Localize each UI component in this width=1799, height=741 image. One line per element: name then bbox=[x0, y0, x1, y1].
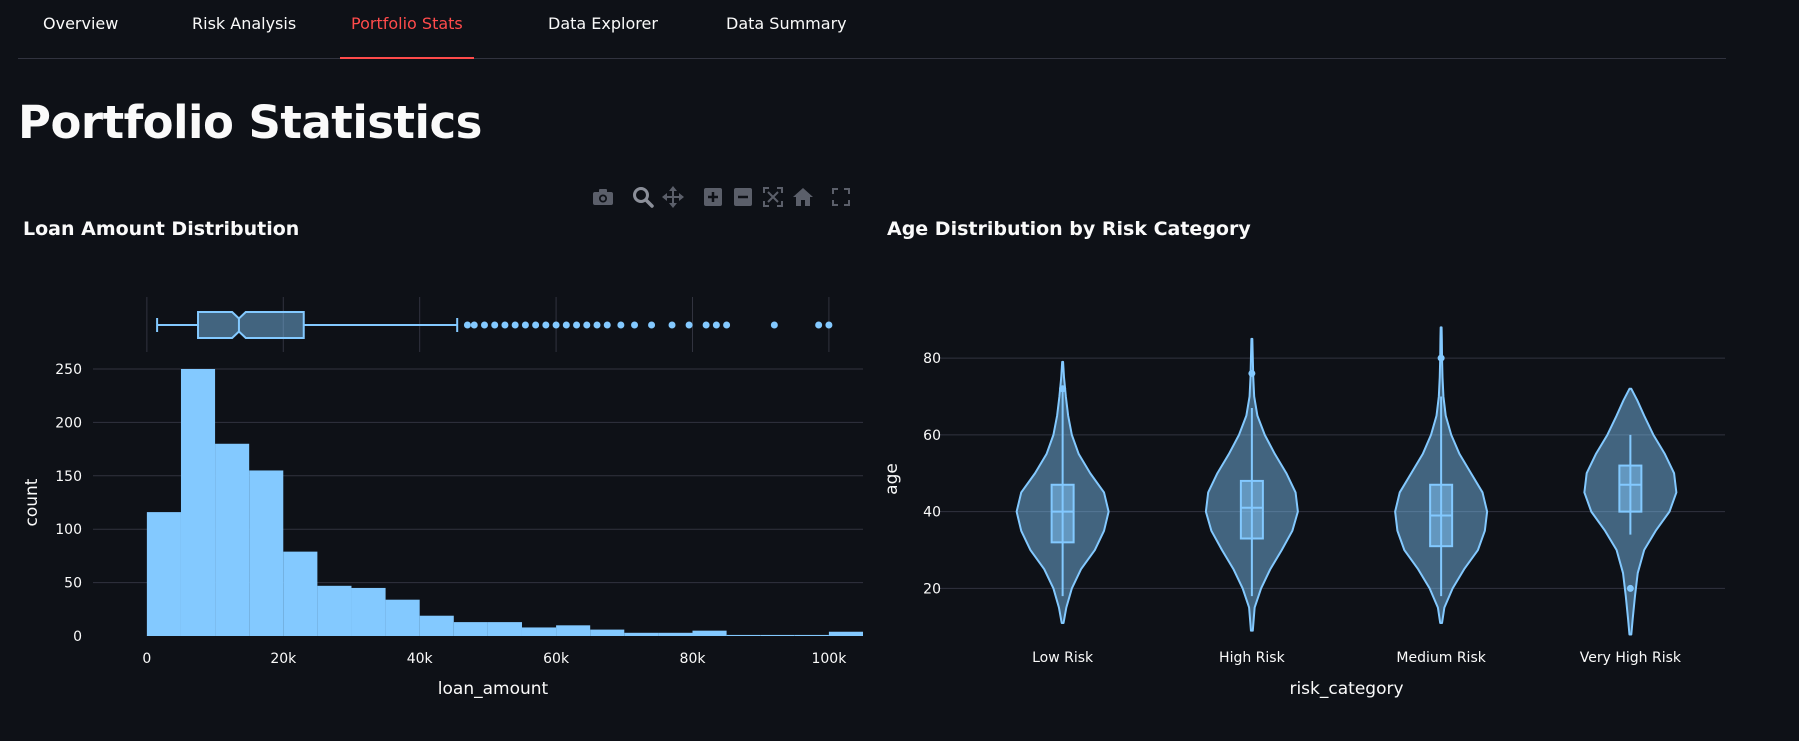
box-outlier-8 bbox=[542, 321, 550, 329]
violin-outlier-0-0 bbox=[1059, 385, 1067, 393]
box-outlier-11 bbox=[573, 321, 581, 329]
hist-bar-11 bbox=[521, 627, 557, 636]
box-outlier-25 bbox=[825, 321, 833, 329]
box-outlier-4 bbox=[501, 321, 509, 329]
hist-bar-4 bbox=[283, 551, 318, 636]
box-outlier-1 bbox=[470, 321, 478, 329]
hist-bar-15 bbox=[658, 632, 693, 636]
violin-y-axis-label: age bbox=[882, 463, 902, 495]
hist-y-tick-label-2: 100 bbox=[55, 522, 82, 538]
violin-y-tick-label-0: 20 bbox=[923, 581, 941, 597]
hist-bar-3 bbox=[249, 470, 284, 636]
hist-y-axis-label: count bbox=[22, 478, 42, 526]
box-outlier-2 bbox=[480, 321, 488, 329]
hist-y-tick-label-4: 200 bbox=[55, 415, 82, 431]
violin-x-tick-label-3: Very High Risk bbox=[1580, 650, 1682, 666]
box-outlier-14 bbox=[603, 321, 611, 329]
violin-x-tick-label-0: Low Risk bbox=[1032, 650, 1094, 666]
hist-bar-17 bbox=[726, 634, 761, 636]
box-outlier-16 bbox=[631, 321, 639, 329]
box-outlier-17 bbox=[648, 321, 656, 329]
hist-x-tick-label-0: 0 bbox=[142, 651, 151, 667]
hist-y-tick-label-5: 250 bbox=[55, 362, 82, 378]
box-outlier-12 bbox=[583, 321, 591, 329]
box-outlier-6 bbox=[521, 321, 529, 329]
violin-y-tick-label-1: 40 bbox=[923, 505, 941, 521]
hist-bar-1 bbox=[180, 369, 216, 636]
hist-bar-20 bbox=[828, 631, 863, 636]
violin-y-tick-label-2: 60 bbox=[923, 428, 941, 444]
violin-outlier-1-0 bbox=[1248, 369, 1256, 377]
violin-outlier-2-0 bbox=[1437, 354, 1445, 362]
violin-outlier-3-0 bbox=[1626, 584, 1634, 592]
hist-bar-14 bbox=[624, 632, 659, 636]
charts-canvas: 0 20k 40k 60k 80k 100k 0 50 100 150 200 250 loan_amo… bbox=[22, 297, 1725, 699]
box-outlier-0 bbox=[463, 321, 471, 329]
hist-y-tick-label-1: 50 bbox=[64, 576, 82, 592]
hist-bar-9 bbox=[453, 622, 488, 636]
hist-bar-2 bbox=[215, 443, 250, 636]
box-outlier-3 bbox=[491, 321, 499, 329]
box-outlier-18 bbox=[668, 321, 676, 329]
hist-bar-10 bbox=[487, 622, 522, 636]
hist-bar-12 bbox=[556, 625, 591, 636]
hist-x-axis-label: loan_amount bbox=[438, 679, 549, 699]
hist-x-tick-label-2: 40k bbox=[407, 651, 434, 667]
hist-x-tick-label-3: 60k bbox=[543, 651, 570, 667]
violin-y-tick-label-3: 80 bbox=[923, 351, 941, 367]
box-outlier-23 bbox=[770, 321, 778, 329]
violin-box-3 bbox=[1618, 464, 1643, 513]
box-outlier-22 bbox=[723, 321, 731, 329]
hist-y-tick-label-3: 150 bbox=[55, 469, 82, 485]
hist-bar-0 bbox=[146, 512, 181, 636]
box-outlier-19 bbox=[685, 321, 693, 329]
hist-bar-6 bbox=[351, 587, 386, 636]
box-outlier-24 bbox=[815, 321, 823, 329]
box-outlier-15 bbox=[617, 321, 625, 329]
violin-x-tick-label-2: Medium Risk bbox=[1396, 650, 1486, 666]
hist-bar-18 bbox=[760, 634, 795, 636]
violin-box-1 bbox=[1239, 479, 1264, 540]
box-notched-body bbox=[197, 311, 305, 339]
violin-x-axis-label: risk_category bbox=[1289, 679, 1403, 699]
box-outlier-13 bbox=[593, 321, 601, 329]
box-outlier-9 bbox=[552, 321, 560, 329]
box-outlier-21 bbox=[712, 321, 720, 329]
box-outlier-7 bbox=[532, 321, 540, 329]
violin-x-tick-label-1: High Risk bbox=[1219, 650, 1286, 666]
hist-bar-8 bbox=[419, 615, 454, 636]
box-outlier-5 bbox=[511, 321, 519, 329]
hist-y-tick-label-0: 0 bbox=[73, 629, 82, 645]
hist-bar-19 bbox=[794, 634, 829, 636]
hist-x-tick-label-5: 100k bbox=[811, 651, 847, 667]
box-outlier-10 bbox=[562, 321, 570, 329]
hist-bar-16 bbox=[692, 630, 727, 636]
hist-bar-13 bbox=[590, 629, 625, 636]
hist-bar-7 bbox=[385, 599, 420, 636]
hist-x-tick-label-4: 80k bbox=[680, 651, 707, 667]
violin-box-0 bbox=[1050, 483, 1075, 544]
hist-x-tick-label-1: 20k bbox=[270, 651, 297, 667]
hist-bar-5 bbox=[317, 585, 352, 636]
box-outlier-20 bbox=[702, 321, 710, 329]
